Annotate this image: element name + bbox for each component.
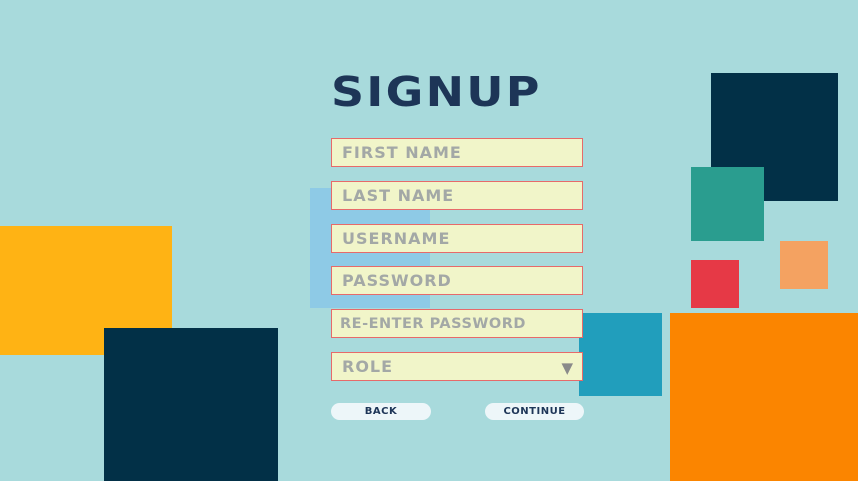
decor-orange-square [670, 313, 858, 481]
decor-red-square [691, 260, 739, 308]
reenter-password-field [331, 309, 583, 338]
username-field [331, 224, 583, 253]
last-name-input[interactable] [332, 182, 582, 209]
back-button[interactable]: BACK [331, 403, 431, 420]
continue-button[interactable]: CONTINUE [485, 403, 584, 420]
password-field [331, 266, 583, 295]
first-name-field [331, 138, 583, 167]
decor-peach-square [780, 241, 828, 289]
page-title: SIGNUP [331, 68, 542, 116]
first-name-input[interactable] [332, 139, 582, 166]
role-select[interactable]: ROLE ▼ [331, 352, 583, 381]
decor-cyan-square [579, 313, 662, 396]
decor-teal-square [691, 167, 764, 241]
username-input[interactable] [332, 225, 582, 252]
reenter-password-input[interactable] [332, 310, 582, 337]
dropdown-arrow-icon: ▼ [561, 359, 573, 377]
password-input[interactable] [332, 267, 582, 294]
decor-navy-square-left [104, 328, 278, 481]
last-name-field [331, 181, 583, 210]
role-select-value: ROLE [342, 357, 394, 376]
